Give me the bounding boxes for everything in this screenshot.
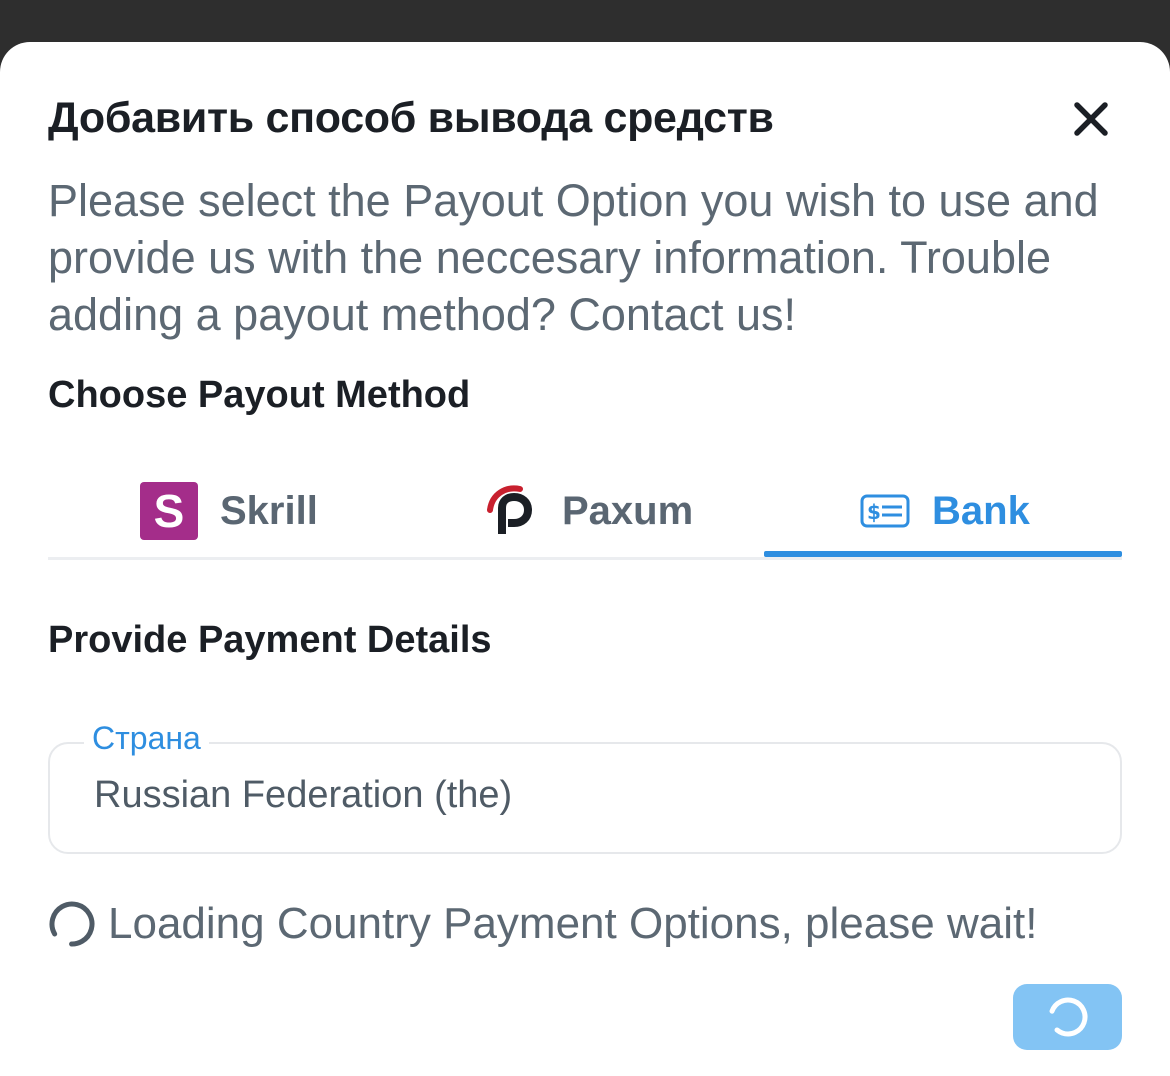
bank-check-icon: $ xyxy=(860,494,910,528)
skrill-logo: S xyxy=(140,482,198,540)
active-tab-indicator xyxy=(764,551,1122,557)
payment-details-heading: Provide Payment Details xyxy=(48,619,492,661)
tab-bank[interactable]: $ Bank xyxy=(860,462,1030,560)
spinner-icon xyxy=(1048,997,1087,1037)
close-button[interactable] xyxy=(1066,94,1116,144)
submit-button[interactable] xyxy=(1013,984,1122,1050)
choose-payout-heading: Choose Payout Method xyxy=(48,374,471,416)
country-field-value: Russian Federation (the) xyxy=(94,774,513,816)
tab-skrill-label: Skrill xyxy=(220,488,318,533)
loading-text: Loading Country Payment Options, please … xyxy=(108,899,1038,948)
payout-method-dialog: Добавить способ вывода средств Please se… xyxy=(0,42,1170,1076)
skrill-logo-letter: S xyxy=(140,482,198,540)
tab-paxum[interactable]: Paxum xyxy=(484,462,693,560)
loading-status: Loading Country Payment Options, please … xyxy=(48,894,1037,954)
payout-method-tabs: S Skrill Paxum $ Bank xyxy=(48,462,1122,560)
svg-text:$: $ xyxy=(867,500,881,524)
country-field-label: Страна xyxy=(84,720,209,757)
country-select[interactable]: Страна Russian Federation (the) xyxy=(48,720,1122,854)
spinner-icon xyxy=(48,900,96,948)
tab-bank-label: Bank xyxy=(932,488,1030,533)
tab-paxum-label: Paxum xyxy=(562,488,694,533)
tab-skrill[interactable]: S Skrill xyxy=(140,462,318,560)
close-icon xyxy=(1074,102,1108,136)
paxum-logo xyxy=(484,482,540,540)
dialog-title: Добавить способ вывода средств xyxy=(48,94,774,142)
dialog-description: Please select the Payout Option you wish… xyxy=(48,175,1099,340)
